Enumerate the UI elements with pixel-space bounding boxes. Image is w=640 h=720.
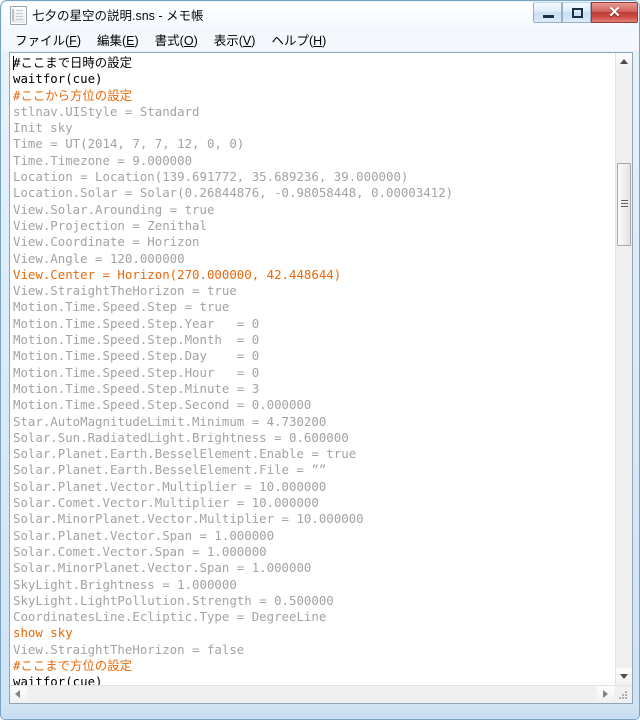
- text-caret: [13, 56, 14, 70]
- code-line: waitfor(cue): [13, 71, 103, 87]
- horizontal-scrollbar[interactable]: [10, 685, 632, 703]
- menu-item-edit[interactable]: 編集(E): [89, 28, 147, 52]
- code-line: Location.Solar = Solar(0.26844876, -0.98…: [13, 185, 454, 201]
- code-line: Solar.Sun.RadiatedLight.Brightness = 0.6…: [13, 429, 349, 445]
- menu-item-format[interactable]: 書式(O): [147, 28, 206, 52]
- code-line: waitfor(cue): [13, 674, 103, 685]
- scroll-right-button[interactable]: [597, 686, 614, 703]
- script-content[interactable]: #ここまで日時の設定 waitfor(cue) #ここから方位の設定 stlnav.U…: [13, 55, 615, 685]
- editor-client-area: #ここまで日時の設定 waitfor(cue) #ここから方位の設定 stlnav.U…: [9, 52, 633, 704]
- code-line: Time.Timezone = 9.000000: [13, 152, 193, 168]
- code-line: Solar.Planet.Earth.BesselElement.Enable …: [13, 446, 357, 462]
- code-line: Star.AutoMagnitudeLimit.Minimum = 4.7302…: [13, 413, 327, 429]
- code-line: #ここから方位の設定: [13, 87, 132, 103]
- code-line: View.Coordinate = Horizon: [13, 234, 200, 250]
- code-line: View.Angle = 120.000000: [13, 250, 185, 266]
- code-line: CoordinatesLine.Ecliptic.Type = DegreeLi…: [13, 609, 327, 625]
- scroll-left-arrow-icon: [15, 690, 20, 698]
- scroll-left-button[interactable]: [10, 686, 27, 703]
- code-line: Solar.MinorPlanet.Vector.Multiplier = 10…: [13, 511, 364, 527]
- code-line: View.Solar.Arounding = true: [13, 201, 215, 217]
- scroll-down-arrow-icon: [620, 674, 628, 679]
- code-line: stlnav.UIStyle = Standard: [13, 103, 200, 119]
- code-line: Solar.MinorPlanet.Vector.Span = 1.000000: [13, 560, 312, 576]
- vertical-scrollbar[interactable]: [615, 53, 632, 685]
- code-line: Time = UT(2014, 7, 7, 12, 0, 0): [13, 136, 245, 152]
- code-line: View.Projection = Zenithal: [13, 217, 207, 233]
- scroll-right-arrow-icon: [603, 690, 608, 698]
- code-line: Solar.Planet.Vector.Multiplier = 10.0000…: [13, 478, 327, 494]
- notepad-window: 七夕の星空の説明.sns - メモ帳 ✕ ファイル(F) 編集(E) 書式(O) 表示…: [0, 0, 640, 720]
- title-bar[interactable]: 七夕の星空の説明.sns - メモ帳 ✕: [1, 1, 639, 29]
- code-line: Motion.Time.Speed.Step.Year = 0: [13, 315, 260, 331]
- menu-item-help[interactable]: ヘルプ(H): [263, 28, 334, 52]
- notepad-icon: [10, 6, 27, 25]
- window-bottom-edge: [2, 705, 638, 718]
- maximize-icon: [572, 8, 583, 18]
- code-line: SkyLight.Brightness = 1.000000: [13, 576, 237, 592]
- code-line: #ここまで日時の設定: [13, 55, 132, 70]
- scroll-thumb-grip-icon: [621, 200, 628, 209]
- resize-grip-icon: [619, 691, 628, 700]
- code-line: #ここまで方位の設定: [13, 657, 132, 673]
- code-line: Motion.Time.Speed.Step.Second = 0.000000: [13, 397, 312, 413]
- code-line: Motion.Time.Speed.Step.Month = 0: [13, 332, 260, 348]
- code-line: Solar.Planet.Earth.BesselElement.File = …: [13, 462, 327, 478]
- code-line: Motion.Time.Speed.Step = true: [13, 299, 230, 315]
- code-line: Solar.Planet.Vector.Span = 1.000000: [13, 527, 275, 543]
- code-line: View.StraightTheHorizon = false: [13, 641, 245, 657]
- window-title: 七夕の星空の説明.sns - メモ帳: [32, 9, 204, 23]
- menu-item-file[interactable]: ファイル(F): [7, 28, 89, 52]
- code-line: Init sky: [13, 120, 73, 136]
- code-line: Motion.Time.Speed.Step.Day = 0: [13, 348, 260, 364]
- scroll-up-arrow-icon: [620, 59, 628, 64]
- scroll-up-button[interactable]: [616, 53, 632, 70]
- code-line: show sky: [13, 625, 73, 641]
- vertical-scroll-thumb[interactable]: [617, 163, 631, 246]
- menu-bar: ファイル(F) 編集(E) 書式(O) 表示(V) ヘルプ(H): [2, 28, 639, 52]
- close-button[interactable]: ✕: [591, 2, 638, 23]
- code-line: Solar.Comet.Vector.Span = 1.000000: [13, 543, 267, 559]
- code-line: Motion.Time.Speed.Step.Minute = 3: [13, 380, 260, 396]
- text-editor[interactable]: #ここまで日時の設定 waitfor(cue) #ここから方位の設定 stlnav.U…: [10, 53, 615, 685]
- code-line: SkyLight.LightPollution.Strength = 0.500…: [13, 592, 334, 608]
- menu-item-view[interactable]: 表示(V): [206, 28, 264, 52]
- maximize-button[interactable]: [562, 2, 591, 23]
- code-line: View.StraightTheHorizon = true: [13, 283, 237, 299]
- code-line: Location = Location(139.691772, 35.68923…: [13, 169, 409, 185]
- resize-grip[interactable]: [615, 686, 632, 703]
- code-line: View.Center = Horizon(270.000000, 42.448…: [13, 266, 342, 282]
- minimize-icon: [543, 15, 554, 18]
- scroll-down-button[interactable]: [616, 668, 632, 685]
- code-line: Solar.Comet.Vector.Multiplier = 10.00000…: [13, 495, 319, 511]
- close-icon: ✕: [608, 4, 621, 21]
- minimize-button[interactable]: [533, 2, 562, 23]
- code-line: Motion.Time.Speed.Step.Hour = 0: [13, 364, 260, 380]
